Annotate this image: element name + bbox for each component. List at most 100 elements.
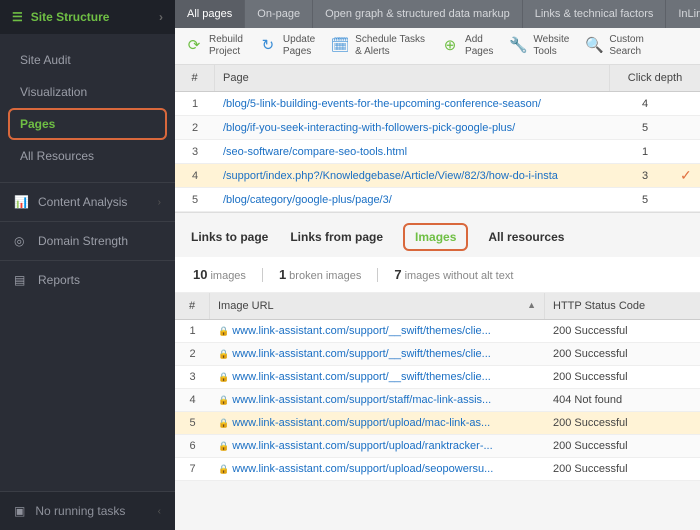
- rebuild-project-button[interactable]: ⟳RebuildProject: [185, 34, 243, 58]
- sidebar-footer-tasks[interactable]: ▣ No running tasks ‹: [0, 491, 175, 530]
- structure-icon: ☰: [12, 10, 23, 24]
- cell-http-status: 404 Not found: [545, 394, 700, 406]
- sidebar-item-all-resources[interactable]: All Resources: [0, 140, 175, 172]
- cell-number: 2: [175, 122, 215, 134]
- update-icon: ↻: [259, 37, 277, 55]
- stat-noalt: 7images without alt text: [394, 267, 513, 282]
- cell-page-url[interactable]: /blog/5-link-building-events-for-the-upc…: [215, 98, 610, 110]
- table-row[interactable]: 1🔒www.link-assistant.com/support/__swift…: [175, 320, 700, 343]
- cell-number: 5: [175, 194, 215, 206]
- sidebar-section-reports[interactable]: ▤ Reports: [0, 260, 175, 299]
- tasks-icon: ▣: [14, 504, 25, 518]
- chevron-right-icon: ›: [158, 197, 161, 208]
- cell-page-url[interactable]: /blog/category/google-plus/page/3/: [215, 194, 610, 206]
- image-stats: 10images 1broken images 7images without …: [175, 257, 700, 293]
- table-row[interactable]: 2🔒www.link-assistant.com/support/__swift…: [175, 343, 700, 366]
- update-pages-button[interactable]: ↻UpdatePages: [259, 34, 315, 58]
- tab-all-pages[interactable]: All pages: [175, 0, 245, 28]
- sidebar-item-visualization[interactable]: Visualization: [0, 76, 175, 108]
- sidebar-section-label: Domain Strength: [38, 234, 128, 248]
- col-page[interactable]: Page: [215, 65, 610, 91]
- col-image-url[interactable]: Image URL▲: [210, 293, 545, 319]
- tab-links-technical[interactable]: Links & technical factors: [523, 0, 667, 28]
- search-icon: 🔍: [585, 37, 603, 55]
- cell-number: 3: [175, 146, 215, 158]
- main-content: All pages On-page Open graph & structure…: [175, 0, 700, 530]
- cell-number: 2: [175, 348, 210, 360]
- divider: [377, 268, 378, 282]
- cell-http-status: 200 Successful: [545, 371, 700, 383]
- col-http-status[interactable]: HTTP Status Code: [545, 293, 700, 319]
- subtab-links-from-page[interactable]: Links from page: [288, 226, 385, 248]
- table-row[interactable]: 4🔒www.link-assistant.com/support/staff/m…: [175, 389, 700, 412]
- lock-icon: 🔒: [218, 395, 229, 405]
- sidebar-item-site-audit[interactable]: Site Audit: [0, 44, 175, 76]
- lock-icon: 🔒: [218, 464, 229, 474]
- cell-image-url[interactable]: 🔒www.link-assistant.com/support/__swift/…: [210, 325, 545, 337]
- table-row[interactable]: 3🔒www.link-assistant.com/support/__swift…: [175, 366, 700, 389]
- images-grid-header: # Image URL▲ HTTP Status Code: [175, 293, 700, 320]
- sidebar-section-content-analysis[interactable]: 📊 Content Analysis ›: [0, 182, 175, 221]
- tab-open-graph[interactable]: Open graph & structured data markup: [313, 0, 523, 28]
- cell-page-url[interactable]: /blog/if-you-seek-interacting-with-follo…: [215, 122, 610, 134]
- sort-asc-icon: ▲: [527, 300, 536, 312]
- cell-image-url[interactable]: 🔒www.link-assistant.com/support/__swift/…: [210, 371, 545, 383]
- check-icon: ✓: [680, 167, 700, 184]
- table-row[interactable]: 7🔒www.link-assistant.com/support/upload/…: [175, 458, 700, 481]
- sidebar-header-site-structure[interactable]: ☰ Site Structure ›: [0, 0, 175, 34]
- tab-inlink-rank[interactable]: InLink Rank: [666, 0, 700, 28]
- table-row[interactable]: 4/support/index.php?/Knowledgebase/Artic…: [175, 164, 700, 188]
- col-number[interactable]: #: [175, 65, 215, 91]
- cell-number: 4: [175, 394, 210, 406]
- divider: [262, 268, 263, 282]
- chevron-left-icon: ‹: [158, 506, 161, 517]
- cell-image-url[interactable]: 🔒www.link-assistant.com/support/__swift/…: [210, 348, 545, 360]
- table-row[interactable]: 6🔒www.link-assistant.com/support/upload/…: [175, 435, 700, 458]
- col-click-depth[interactable]: Click depth: [610, 65, 700, 91]
- table-row[interactable]: 2/blog/if-you-seek-interacting-with-foll…: [175, 116, 700, 140]
- wrench-icon: 🔧: [509, 37, 527, 55]
- subtab-links-to-page[interactable]: Links to page: [189, 226, 270, 248]
- sidebar-footer-label: No running tasks: [35, 504, 125, 518]
- cell-http-status: 200 Successful: [545, 463, 700, 475]
- sidebar-section-domain-strength[interactable]: ◎ Domain Strength: [0, 221, 175, 260]
- schedule-tasks-button[interactable]: 🗓Schedule Tasks& Alerts: [331, 34, 425, 58]
- cell-http-status: 200 Successful: [545, 325, 700, 337]
- cell-image-url[interactable]: 🔒www.link-assistant.com/support/staff/ma…: [210, 394, 545, 406]
- sidebar: ☰ Site Structure › Site Audit Visualizat…: [0, 0, 175, 530]
- pages-grid-body: 1/blog/5-link-building-events-for-the-up…: [175, 92, 700, 212]
- cell-number: 4: [175, 170, 215, 182]
- tab-on-page[interactable]: On-page: [245, 0, 313, 28]
- cell-number: 3: [175, 371, 210, 383]
- cell-http-status: 200 Successful: [545, 348, 700, 360]
- cell-page-url[interactable]: /support/index.php?/Knowledgebase/Articl…: [215, 170, 610, 182]
- lock-icon: 🔒: [218, 349, 229, 359]
- chart-icon: 📊: [14, 195, 28, 209]
- add-pages-button[interactable]: ⊕AddPages: [441, 34, 493, 58]
- custom-search-button[interactable]: 🔍CustomSearch: [585, 34, 643, 58]
- lock-icon: 🔒: [218, 441, 229, 451]
- cell-image-url[interactable]: 🔒www.link-assistant.com/support/upload/s…: [210, 463, 545, 475]
- cell-image-url[interactable]: 🔒www.link-assistant.com/support/upload/m…: [210, 417, 545, 429]
- table-row[interactable]: 3/seo-software/compare-seo-tools.html1: [175, 140, 700, 164]
- table-row[interactable]: 5/blog/category/google-plus/page/3/5: [175, 188, 700, 212]
- subtab-images[interactable]: Images: [403, 223, 468, 251]
- col-number[interactable]: #: [175, 293, 210, 319]
- cell-depth: 3: [610, 170, 680, 182]
- cell-depth: 1: [610, 146, 680, 158]
- subtab-all-resources[interactable]: All resources: [486, 226, 566, 248]
- cell-number: 1: [175, 325, 210, 337]
- stat-images: 10images: [193, 267, 246, 282]
- plus-icon: ⊕: [441, 37, 459, 55]
- table-row[interactable]: 1/blog/5-link-building-events-for-the-up…: [175, 92, 700, 116]
- report-icon: ▤: [14, 273, 28, 287]
- table-row[interactable]: 5🔒www.link-assistant.com/support/upload/…: [175, 412, 700, 435]
- website-tools-button[interactable]: 🔧WebsiteTools: [509, 34, 569, 58]
- cell-http-status: 200 Successful: [545, 440, 700, 452]
- cell-number: 7: [175, 463, 210, 475]
- cell-image-url[interactable]: 🔒www.link-assistant.com/support/upload/r…: [210, 440, 545, 452]
- pages-grid-header: # Page Click depth: [175, 65, 700, 92]
- sidebar-item-pages[interactable]: Pages: [8, 108, 167, 140]
- cell-page-url[interactable]: /seo-software/compare-seo-tools.html: [215, 146, 610, 158]
- chevron-right-icon: ›: [159, 10, 163, 24]
